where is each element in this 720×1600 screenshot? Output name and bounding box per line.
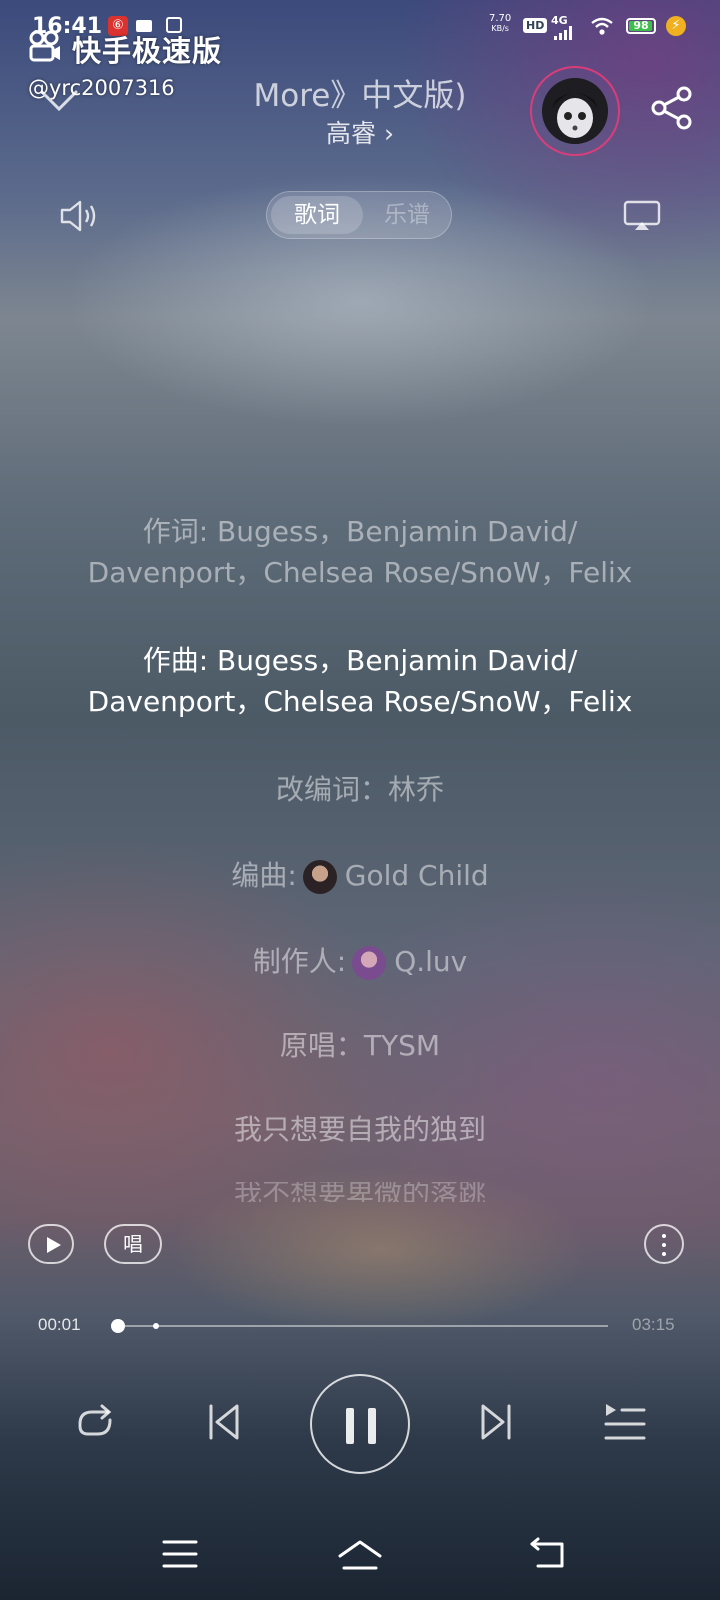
pause-button[interactable] [310,1374,410,1474]
cell-signal-icon [554,26,572,40]
home-icon[interactable] [336,1536,384,1572]
tab-score[interactable]: 乐谱 [367,196,447,234]
tab-lyrics[interactable]: 歌词 [271,196,363,234]
composer-line-2: Davenport，Chelsea Rose/SnoW，Felix [87,685,633,718]
producer-label: 制作人: [252,945,347,978]
artist-link[interactable]: 高睿 › [260,114,460,150]
original-singer-line: 原唱：TYSM [279,1029,441,1062]
total-time: 03:15 [632,1315,675,1334]
back-icon[interactable] [528,1536,568,1572]
playlist-icon[interactable] [604,1402,646,1442]
share-icon[interactable] [650,86,694,130]
progress-bar[interactable] [111,1319,608,1333]
progress-knob[interactable] [111,1319,126,1333]
dot [662,1234,666,1238]
arranger-label: 编曲: [231,859,297,892]
network-speed: 7.70 KB/s [489,14,511,34]
arranger-name[interactable]: Gold Child [345,859,489,892]
network-speed-value: 7.70 [489,13,512,24]
kuaishou-logo-icon [29,30,60,62]
avatar-illustration [542,78,608,144]
producer-avatar[interactable] [352,946,387,980]
song-title: More》中文版) [253,78,467,114]
arranger-line: 编曲: Gold Child [40,856,680,896]
collapse-chevron-icon[interactable] [36,78,82,124]
lyric-line-faded: 我不想要卑微的落跳 [40,1182,680,1202]
cast-icon[interactable] [622,198,662,234]
lyric-line-faded-text: 我不想要卑微的落跳 [233,1182,486,1202]
lyric-line: 我只想要自我的独到 [233,1113,486,1146]
repeat-icon[interactable] [72,1402,118,1442]
current-time: 00:01 [38,1315,81,1334]
battery-percent: 98 [633,19,649,32]
arranger-avatar[interactable] [302,860,337,894]
buffer-marker [153,1323,159,1329]
more-options-icon[interactable] [644,1224,684,1264]
lyrics-score-toggle: 歌词 乐谱 [266,191,452,239]
composer-line-1: 作曲: Bugess，Benjamin David/ [142,644,578,677]
charging-icon: ⚡ [666,16,686,36]
producer-line: 制作人: Q.luv [40,942,680,982]
previous-icon[interactable] [206,1400,242,1444]
adapted-lyrics-line: 改编词：林乔 [275,773,444,806]
mini-play-button[interactable] [28,1224,74,1264]
battery-indicator: 98 [626,18,656,34]
play-icon [47,1237,61,1253]
sing-button[interactable]: 唱 [104,1224,162,1264]
watermark-app-name: 快手极速版 [72,34,223,68]
user-avatar[interactable] [542,78,608,144]
wifi-icon [591,17,613,35]
dot [662,1252,666,1256]
producer-name[interactable]: Q.luv [394,945,467,978]
dot [662,1243,666,1247]
volume-icon[interactable] [58,196,102,236]
pause-bar [368,1408,376,1444]
hd-voice-badge: HD [523,18,548,33]
next-icon[interactable] [478,1400,514,1444]
lyricist-line-2: Davenport，Chelsea Rose/SnoW，Felix [87,556,633,589]
network-speed-unit: KB/s [491,24,509,33]
recent-apps-icon[interactable] [160,1536,200,1572]
lyricist-line-1: 作词: Bugess，Benjamin David/ [142,515,578,548]
pause-bar [346,1408,354,1444]
